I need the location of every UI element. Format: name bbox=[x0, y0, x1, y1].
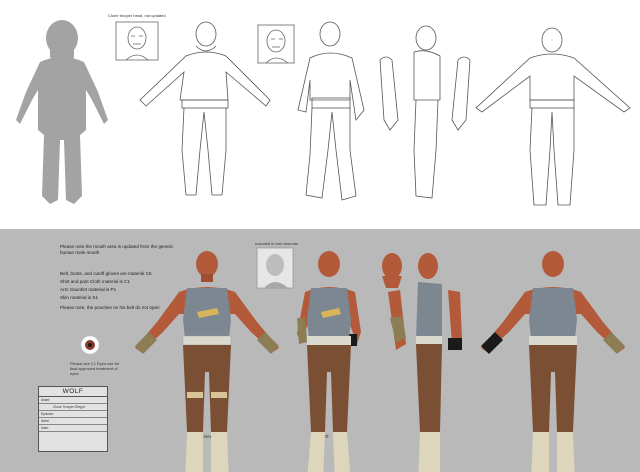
title-row-label: Artist: bbox=[41, 419, 50, 423]
title-row-extra bbox=[39, 432, 107, 438]
title-row-label: Episode: bbox=[41, 412, 54, 416]
title-row-date: Date: bbox=[39, 425, 107, 432]
title-row-episode: Episode: bbox=[39, 411, 107, 418]
color-headshot bbox=[256, 247, 294, 289]
color-back-view bbox=[481, 251, 625, 472]
color-side-head bbox=[382, 253, 402, 288]
color-three-quarter-view bbox=[297, 251, 361, 472]
title-row-asset: Asset: bbox=[39, 397, 107, 404]
title-block: WOLF Asset: Clone Trooper Gregor Episode… bbox=[38, 386, 108, 452]
color-arm-detail-left bbox=[388, 290, 406, 350]
title-row-label: Asset: bbox=[41, 398, 51, 402]
color-arm-detail-right bbox=[448, 290, 462, 350]
character-name: WOLF bbox=[39, 387, 107, 397]
title-row-asset-name: Clone Trooper Gregor bbox=[39, 404, 107, 411]
title-row-artist: Artist: bbox=[39, 418, 107, 425]
eye-swatch bbox=[80, 335, 100, 355]
color-side-view bbox=[416, 253, 442, 472]
title-row-value: Clone Trooper Gregor bbox=[53, 405, 86, 409]
title-row-label: Date: bbox=[41, 426, 49, 430]
